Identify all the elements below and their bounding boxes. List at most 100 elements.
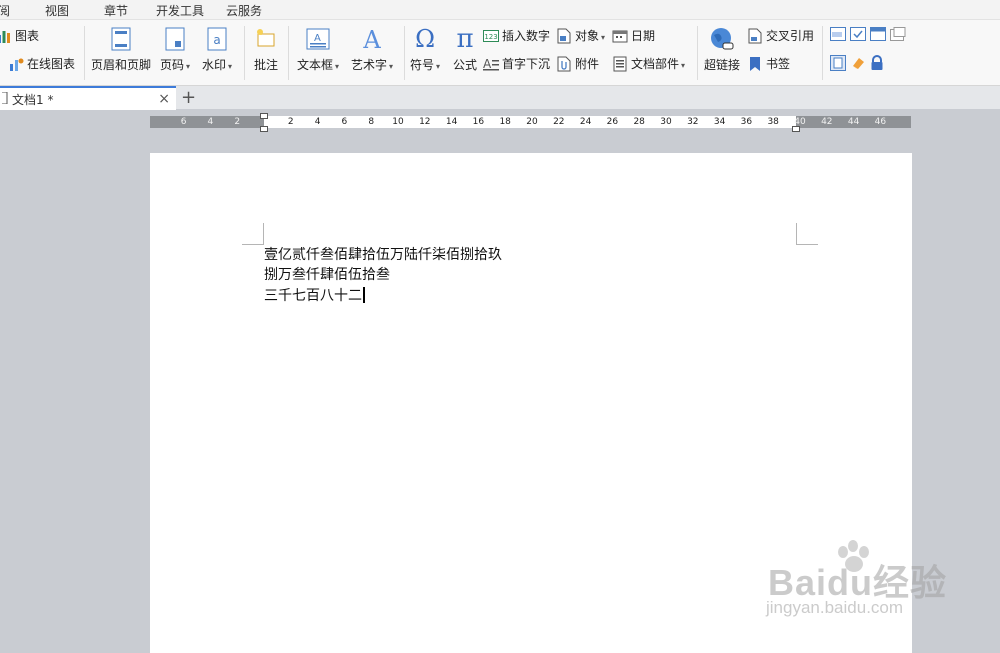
online-chart-icon xyxy=(8,56,24,72)
svg-text:A: A xyxy=(483,57,492,71)
form-controls-row-2 xyxy=(830,55,884,74)
dropdown-caret-icon: ▾ xyxy=(186,62,191,71)
frame-control-icon[interactable] xyxy=(890,27,906,44)
document-line-2[interactable]: 捌万叁仟肆佰伍拾叁 xyxy=(264,265,390,285)
ruler-tick-label: 16 xyxy=(472,117,485,127)
date-label: 日期 xyxy=(631,29,656,43)
margin-corner-top-left xyxy=(242,223,264,245)
document-line-3[interactable]: 三千七百八十二 xyxy=(264,286,365,306)
wordart-button[interactable]: A 艺术字 ▾ xyxy=(351,26,393,73)
left-indent-marker[interactable] xyxy=(260,126,268,132)
ruler-tick-label: 38 xyxy=(767,117,779,127)
cross-reference-button[interactable]: 交叉引用 xyxy=(747,27,814,44)
menu-review[interactable]: 阅 xyxy=(0,2,10,19)
ruler-tick-label: 32 xyxy=(687,117,699,127)
comment-icon xyxy=(253,26,279,52)
number-icon: 123 xyxy=(483,28,499,44)
page-number-button[interactable]: 页码 ▾ xyxy=(160,26,190,73)
ruler-tick-label: 10 xyxy=(392,117,404,127)
formula-button[interactable]: π 公式 xyxy=(452,24,478,73)
svg-text:A: A xyxy=(314,33,321,44)
bookmark-icon xyxy=(747,56,763,72)
page-number-label: 页码 xyxy=(160,58,185,72)
header-footer-button[interactable]: 页眉和页脚 xyxy=(91,26,151,73)
document-tab-title: 文档1 * xyxy=(12,92,54,107)
ruler-tick-label: 26 xyxy=(606,117,619,127)
separator xyxy=(244,26,245,80)
dropdown-control-icon[interactable] xyxy=(870,27,886,44)
menu-devtools[interactable]: 开发工具 xyxy=(156,2,204,19)
ruler-tick-label: 12 xyxy=(419,117,431,127)
comment-button[interactable]: 批注 xyxy=(253,26,279,73)
drop-cap-button[interactable]: A 首字下沉 xyxy=(483,55,550,72)
menu-bar: 阅 视图 章节 开发工具 云服务 xyxy=(0,0,1000,20)
globe-link-icon xyxy=(709,26,735,52)
close-tab-icon[interactable]: × xyxy=(158,91,170,107)
separator xyxy=(822,26,823,80)
ruler-tick-label: 44 xyxy=(847,117,860,127)
attachment-label: 附件 xyxy=(575,57,600,71)
dropdown-caret-icon: ▾ xyxy=(389,62,394,71)
baidu-watermark: Baidu经验 jingyan.baidu.com xyxy=(760,540,980,630)
chart-button[interactable]: 图表 xyxy=(0,27,39,44)
dropdown-caret-icon: ▾ xyxy=(436,62,441,71)
insert-number-button[interactable]: 123 插入数字 xyxy=(483,27,550,44)
text-field-control-icon[interactable] xyxy=(830,27,846,44)
menu-chapter[interactable]: 章节 xyxy=(104,2,128,19)
ruler-tick-label: 24 xyxy=(579,117,592,127)
first-line-indent-marker[interactable] xyxy=(260,113,268,119)
form-field-shading-icon[interactable] xyxy=(830,55,846,74)
cross-reference-label: 交叉引用 xyxy=(766,29,815,43)
calendar-icon xyxy=(612,28,628,44)
ruler-tick-label: 30 xyxy=(660,117,672,127)
textbox-label: 文本框 xyxy=(297,58,334,72)
textbox-icon: A xyxy=(305,26,331,52)
doc-parts-button[interactable]: 文档部件 ▾ xyxy=(612,55,685,72)
ruler-tick-label: 42 xyxy=(821,117,833,127)
ruler-tick-label: 2 xyxy=(287,117,294,127)
ribbon-insert: 图表 在线图表 页眉和页脚 页码 ▾ a 水印 ▾ 批注 A 文本框 ▾ A 艺… xyxy=(0,20,1000,86)
checkbox-control-icon[interactable] xyxy=(850,27,866,44)
menu-cloud[interactable]: 云服务 xyxy=(226,2,262,19)
ruler-tick-label: 4 xyxy=(314,117,321,127)
ruler-tick-label: 8 xyxy=(368,117,375,127)
document-line-1[interactable]: 壹亿贰仟叁佰肆拾伍万陆仟柒佰捌拾玖 xyxy=(264,245,502,265)
attachment-button[interactable]: 附件 xyxy=(556,55,599,72)
wordart-label: 艺术字 xyxy=(351,58,388,72)
separator xyxy=(84,26,85,80)
document-tab[interactable]: 文档1 * × xyxy=(0,86,176,110)
hyperlink-button[interactable]: 超链接 xyxy=(704,26,740,73)
drop-cap-label: 首字下沉 xyxy=(502,57,551,71)
symbol-label: 符号 xyxy=(410,58,435,72)
wordart-icon: A xyxy=(359,26,385,52)
text-cursor xyxy=(363,287,365,303)
menu-view[interactable]: 视图 xyxy=(45,2,69,19)
watermark-button[interactable]: a 水印 ▾ xyxy=(202,26,232,73)
object-label: 对象 xyxy=(575,29,600,43)
ruler-tick-label: 28 xyxy=(633,117,645,127)
ruler-tick-label: 20 xyxy=(526,117,538,127)
ruler-tick-label: 6 xyxy=(341,117,348,127)
form-controls-row-1 xyxy=(830,27,906,44)
formula-label: 公式 xyxy=(452,58,477,72)
ruler-tick-label: 46 xyxy=(874,117,887,127)
document-line-3-text: 三千七百八十二 xyxy=(264,288,362,304)
online-chart-label: 在线图表 xyxy=(27,57,76,71)
add-tab-icon[interactable]: + xyxy=(181,86,196,110)
symbol-button[interactable]: Ω 符号 ▾ xyxy=(410,25,441,73)
ruler-tick-label: 22 xyxy=(553,117,565,127)
date-button[interactable]: 日期 xyxy=(612,27,655,44)
page-header-icon xyxy=(108,26,134,52)
doc-parts-label: 文档部件 xyxy=(631,57,680,71)
svg-text:A: A xyxy=(362,27,381,51)
svg-text:a: a xyxy=(213,33,220,47)
watermark-icon: a xyxy=(204,26,230,52)
cross-reference-icon xyxy=(747,28,763,44)
lock-icon[interactable] xyxy=(870,55,884,74)
bookmark-button[interactable]: 书签 xyxy=(747,55,790,72)
object-button[interactable]: 对象 ▾ xyxy=(556,27,605,44)
eraser-icon[interactable] xyxy=(850,55,866,74)
right-indent-marker[interactable] xyxy=(792,126,800,132)
online-chart-button[interactable]: 在线图表 xyxy=(8,55,75,72)
textbox-button[interactable]: A 文本框 ▾ xyxy=(297,26,339,73)
